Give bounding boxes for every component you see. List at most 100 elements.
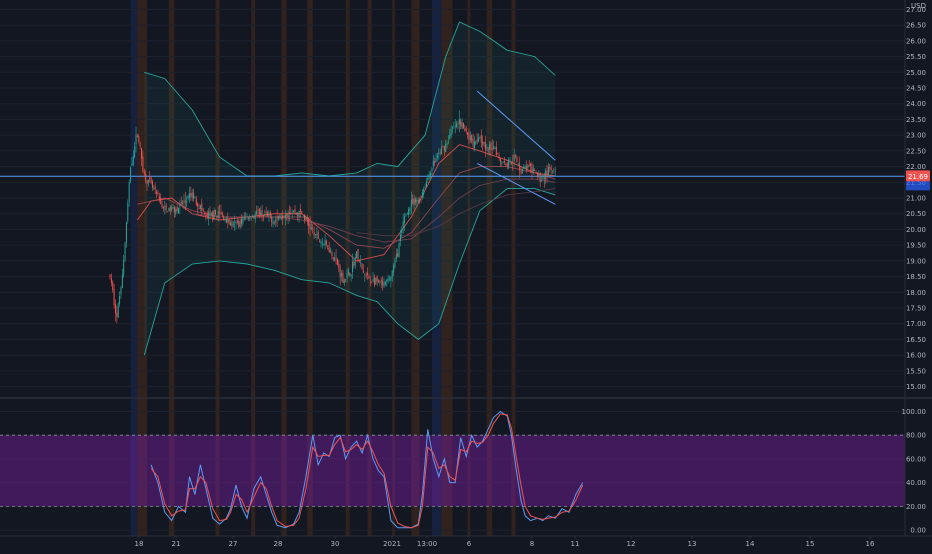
candle-body-117[interactable] — [269, 212, 271, 217]
candle-body-216[interactable] — [405, 215, 407, 217]
candle-body-35[interactable] — [157, 192, 159, 195]
candle-body-273[interactable] — [483, 141, 485, 144]
candle-body-23[interactable] — [141, 147, 143, 159]
candle-body-197[interactable] — [379, 282, 381, 283]
candle-body-94[interactable] — [238, 221, 240, 228]
candle-body-239[interactable] — [436, 155, 438, 158]
candle-body-173[interactable] — [346, 273, 348, 278]
candle-body-251[interactable] — [453, 125, 455, 127]
candle-body-249[interactable] — [450, 128, 452, 136]
candle-body-254[interactable] — [457, 122, 459, 124]
candle-body-264[interactable] — [471, 135, 473, 141]
candle-body-84[interactable] — [224, 220, 226, 222]
candle-body-101[interactable] — [247, 217, 249, 219]
candle-body-110[interactable] — [260, 211, 262, 215]
candle-body-218[interactable] — [408, 209, 410, 216]
candle-body-220[interactable] — [410, 199, 412, 208]
candle-body-203[interactable] — [387, 277, 389, 283]
candle-body-179[interactable] — [354, 257, 356, 266]
candle-body-165[interactable] — [335, 257, 337, 259]
candle-body-66[interactable] — [199, 205, 201, 209]
candle-body-85[interactable] — [225, 218, 227, 224]
candle-body-28[interactable] — [147, 179, 149, 184]
candle-body-212[interactable] — [399, 234, 401, 241]
candle-body-139[interactable] — [299, 208, 301, 212]
candle-body-200[interactable] — [383, 282, 385, 287]
candle-body-113[interactable] — [264, 214, 266, 217]
candle-body-284[interactable] — [498, 155, 500, 158]
candle-body-188[interactable] — [367, 272, 369, 275]
candle-body-194[interactable] — [375, 277, 377, 284]
candle-body-104[interactable] — [251, 216, 253, 218]
candle-body-322[interactable] — [550, 167, 552, 170]
candle-body-223[interactable] — [415, 199, 417, 203]
candle-body-323[interactable] — [552, 170, 554, 172]
candle-body-5[interactable] — [116, 312, 118, 317]
candle-body-193[interactable] — [373, 277, 375, 285]
candle-body-30[interactable] — [150, 177, 152, 184]
candle-body-36[interactable] — [158, 195, 160, 200]
candle-body-42[interactable] — [167, 211, 169, 213]
candle-body-160[interactable] — [328, 248, 330, 253]
candle-body-162[interactable] — [331, 252, 333, 257]
candle-body-242[interactable] — [441, 147, 443, 155]
candle-body-20[interactable] — [136, 135, 138, 137]
candle-body-181[interactable] — [357, 248, 359, 262]
candle-body-62[interactable] — [194, 196, 196, 198]
candle-body-229[interactable] — [423, 189, 425, 194]
candle-body-143[interactable] — [305, 216, 307, 219]
candle-body-253[interactable] — [456, 123, 458, 128]
candle-body-282[interactable] — [495, 147, 497, 156]
candle-body-147[interactable] — [310, 227, 312, 230]
candle-body-132[interactable] — [290, 212, 292, 215]
candle-body-313[interactable] — [538, 173, 540, 176]
candle-body-298[interactable] — [517, 163, 519, 165]
candle-body-163[interactable] — [332, 257, 334, 259]
candle-body-122[interactable] — [276, 216, 278, 219]
candle-body-87[interactable] — [228, 219, 230, 224]
candle-body-263[interactable] — [469, 135, 471, 141]
candle-body-262[interactable] — [468, 132, 470, 140]
candle-body-45[interactable] — [171, 207, 173, 210]
candle-body-250[interactable] — [452, 127, 453, 129]
candle-body-16[interactable] — [131, 163, 133, 166]
candle-body-82[interactable] — [221, 212, 223, 216]
candle-body-128[interactable] — [284, 215, 286, 218]
candle-body-31[interactable] — [151, 181, 153, 188]
candle-body-321[interactable] — [549, 167, 551, 169]
candle-body-324[interactable] — [553, 169, 555, 171]
candle-body-158[interactable] — [325, 240, 327, 245]
candle-body-259[interactable] — [464, 128, 466, 131]
candle-body-93[interactable] — [236, 220, 238, 223]
candle-body-241[interactable] — [439, 152, 441, 154]
candle-body-159[interactable] — [327, 245, 329, 249]
candle-body-213[interactable] — [401, 228, 403, 234]
candle-body-290[interactable] — [506, 163, 508, 166]
candle-body-174[interactable] — [347, 270, 349, 274]
candle-body-248[interactable] — [449, 134, 451, 139]
candle-body-294[interactable] — [512, 162, 514, 164]
candle-body-310[interactable] — [534, 169, 536, 171]
candle-body-265[interactable] — [472, 138, 474, 146]
candle-body-48[interactable] — [175, 209, 177, 215]
candle-body-57[interactable] — [187, 195, 189, 199]
candle-body-172[interactable] — [345, 279, 347, 280]
chart-root[interactable]: 15.00 15.50 16.00 16.50 17.00 17.50 18.00 18.50… — [0, 0, 932, 550]
candle-body-189[interactable] — [368, 276, 370, 279]
candle-body-276[interactable] — [487, 147, 489, 152]
candle-body-196[interactable] — [378, 280, 380, 283]
candle-body-207[interactable] — [393, 264, 395, 273]
candle-body-318[interactable] — [545, 170, 547, 179]
candle-body-27[interactable] — [146, 180, 148, 185]
candle-body-136[interactable] — [295, 212, 297, 214]
candle-body-75[interactable] — [212, 211, 214, 221]
candle-body-275[interactable] — [486, 146, 488, 148]
candle-body-72[interactable] — [208, 211, 210, 219]
candle-body-296[interactable] — [515, 155, 517, 157]
candle-body-7[interactable] — [119, 296, 121, 305]
candle-body-219[interactable] — [409, 207, 411, 212]
candle-body-25[interactable] — [143, 171, 145, 174]
candle-body-14[interactable] — [128, 182, 130, 203]
candle-body-247[interactable] — [447, 140, 449, 142]
candle-body-201[interactable] — [384, 281, 386, 285]
